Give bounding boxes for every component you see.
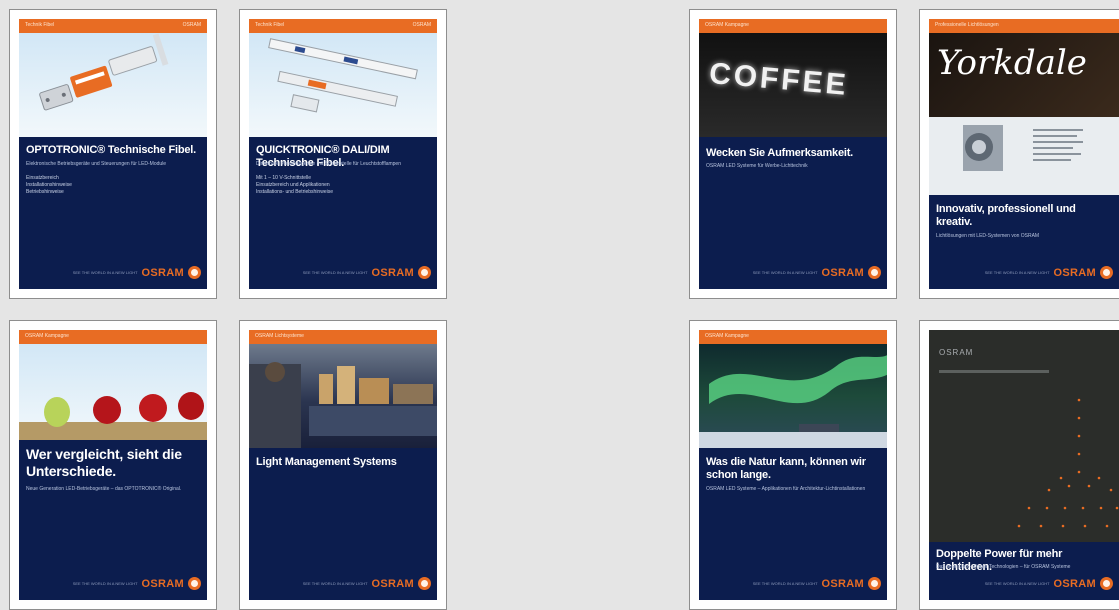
brochure-subtitle: Das neue Duo – Power Technologien – für …: [936, 564, 1071, 570]
osram-bulb-icon: [868, 266, 881, 279]
brochure-title: Wer vergleicht, sieht die Unterschiede.: [26, 446, 182, 479]
brochure-cover: OSRAM Kampagne COFFEE Wecken Sie Aufmerk…: [699, 19, 887, 289]
orange-header-bar: OSRAM Kampagne: [699, 19, 887, 33]
yorkdale-sign-image: Yorkdale: [929, 33, 1119, 117]
brand-tagline: SEE THE WORLD IN A NEW LIGHT: [752, 581, 818, 586]
osram-bulb-icon: [418, 577, 431, 590]
brochure-cover: Technik Fibel OSRAM OPTOTRONIC® Technisc…: [19, 19, 207, 289]
brochure-cover: OSRAM Kampagne Wer vergleicht, sieht die…: [19, 330, 207, 600]
brochure-bullets: Einsatzbereich Installationshinweise Bet…: [26, 175, 72, 196]
osram-logo: SEE THE WORLD IN A NEW LIGHT OSRAM: [753, 577, 881, 590]
coffee-sign-image: COFFEE: [699, 33, 887, 137]
brand-tagline: SEE THE WORLD IN A NEW LIGHT: [984, 581, 1050, 586]
brochure-card-optotronic[interactable]: Technik Fibel OSRAM OPTOTRONIC® Technisc…: [9, 9, 217, 299]
osram-logo: SEE THE WORLD IN A NEW LIGHT OSRAM: [73, 266, 201, 279]
header-label: OSRAM Lichtsysteme: [255, 333, 304, 339]
brand-tagline: SEE THE WORLD IN A NEW LIGHT: [72, 270, 138, 275]
brochure-title: OPTOTRONIC® Technische Fibel.: [26, 144, 196, 156]
hero-sign-text: Yorkdale: [937, 43, 1087, 83]
brochure-cover: OSRAM Lichtsysteme Light Management Syst…: [249, 330, 437, 600]
brand-tagline: SEE THE WORLD IN A NEW LIGHT: [752, 270, 818, 275]
orange-header-bar: OSRAM Kampagne: [19, 330, 207, 344]
bullet-item: Einsatzbereich und Applikationen: [256, 182, 330, 188]
brochure-card-doppelte-power[interactable]: OSRAM Doppelte Power für mehr Lichtideen…: [919, 320, 1119, 610]
header-label: Technik Fibel: [255, 22, 285, 28]
product-image: [19, 33, 207, 137]
brand-name: OSRAM: [1053, 266, 1096, 279]
header-label: OSRAM Kampagne: [25, 333, 69, 339]
brochure-card-yorkdale[interactable]: Professionelle Lichtlösungen Yorkdale In…: [919, 9, 1119, 299]
header-label: OSRAM Kampagne: [705, 333, 749, 339]
osram-bulb-icon: [188, 577, 201, 590]
header-brand: OSRAM: [412, 22, 431, 28]
osram-logo: SEE THE WORLD IN A NEW LIGHT OSRAM: [73, 577, 201, 590]
bullet-item: Installationshinweise: [26, 182, 72, 188]
bullet-item: Einsatzbereich: [26, 175, 59, 181]
orange-header-bar: Technik Fibel OSRAM: [19, 19, 207, 33]
brochure-card-coffee[interactable]: OSRAM Kampagne COFFEE Wecken Sie Aufmerk…: [689, 9, 897, 299]
brochure-subtitle: Lichtlösungen mit LED-Systemen von OSRAM: [936, 233, 1040, 239]
bullet-item: Installations- und Betriebshinweise: [256, 189, 333, 195]
product-image: [249, 33, 437, 137]
orange-header-bar: Professionelle Lichtlösungen: [929, 19, 1119, 33]
cityscape-image: [249, 344, 437, 448]
brand-name: OSRAM: [1053, 577, 1096, 590]
header-label: Professionelle Lichtlösungen: [935, 22, 999, 28]
brand-name: OSRAM: [141, 266, 184, 279]
cover-rule: [939, 370, 1049, 373]
spotlight-image: [929, 117, 1119, 195]
apples-image: [19, 344, 207, 440]
brand-name: OSRAM: [821, 577, 864, 590]
brand-name: OSRAM: [371, 577, 414, 590]
osram-logo: SEE THE WORLD IN A NEW LIGHT OSRAM: [303, 266, 431, 279]
brand-name: OSRAM: [371, 266, 414, 279]
osram-bulb-icon: [188, 266, 201, 279]
hero-sign-text: COFFEE: [707, 56, 850, 103]
brochure-title: Wecken Sie Aufmerksamkeit.: [706, 147, 854, 159]
osram-bulb-icon: [1100, 577, 1113, 590]
aurora-image: [699, 344, 887, 448]
orange-header-bar: OSRAM Lichtsysteme: [249, 330, 437, 344]
header-brand: OSRAM: [182, 22, 201, 28]
osram-bulb-icon: [1100, 266, 1113, 279]
orange-header-bar: Technik Fibel OSRAM: [249, 19, 437, 33]
brand-name: OSRAM: [141, 577, 184, 590]
brochure-subtitle: Elektronische Betriebsgeräte und Steueru…: [26, 161, 167, 167]
header-label: OSRAM Kampagne: [705, 22, 749, 28]
brand-name: OSRAM: [821, 266, 864, 279]
brand-tagline: SEE THE WORLD IN A NEW LIGHT: [302, 581, 368, 586]
brochure-subtitle: Dimmbare Vorschaltgeräte mit Schnittstel…: [256, 161, 401, 167]
brochure-cover: Professionelle Lichtlösungen Yorkdale In…: [929, 19, 1119, 289]
brochure-cover: OSRAM Kampagne Was die Natur kann, könne…: [699, 330, 887, 600]
brochure-title: Light Management Systems: [256, 456, 397, 468]
brand-tagline: SEE THE WORLD IN A NEW LIGHT: [72, 581, 138, 586]
bullet-item: Betriebshinweise: [26, 189, 64, 195]
brochure-card-quicktronic[interactable]: Technik Fibel OSRAM QUICKTRONIC® DALI/DI…: [239, 9, 447, 299]
light-dots-image: [1017, 398, 1119, 528]
brochure-card-aurora[interactable]: OSRAM Kampagne Was die Natur kann, könne…: [689, 320, 897, 610]
brochure-title: Innovativ, professionell und kreativ.: [936, 203, 1076, 228]
brochure-subtitle: OSRAM LED Systeme – Applikationen für Ar…: [706, 486, 866, 492]
brochure-subtitle: Neue Generation LED-Betriebsgeräte – das…: [26, 486, 182, 492]
osram-bulb-icon: [418, 266, 431, 279]
brochure-title: Was die Natur kann, können wir schon lan…: [706, 456, 866, 481]
osram-logo: SEE THE WORLD IN A NEW LIGHT OSRAM: [985, 577, 1113, 590]
brochure-cover: Technik Fibel OSRAM QUICKTRONIC® DALI/DI…: [249, 19, 437, 289]
brand-tagline: SEE THE WORLD IN A NEW LIGHT: [984, 270, 1050, 275]
orange-header-bar: OSRAM Kampagne: [699, 330, 887, 344]
brochure-card-light-management[interactable]: OSRAM Lichtsysteme Light Management Syst…: [239, 320, 447, 610]
brochure-bullets: Mit 1 – 10 V-Schnittstelle Einsatzbereic…: [256, 175, 333, 196]
osram-logo: SEE THE WORLD IN A NEW LIGHT OSRAM: [303, 577, 431, 590]
brand-tagline: SEE THE WORLD IN A NEW LIGHT: [302, 270, 368, 275]
brochure-card-apples[interactable]: OSRAM Kampagne Wer vergleicht, sieht die…: [9, 320, 217, 610]
osram-logo: SEE THE WORLD IN A NEW LIGHT OSRAM: [753, 266, 881, 279]
cover-brand-text: OSRAM: [939, 348, 974, 357]
osram-bulb-icon: [868, 577, 881, 590]
brochure-subtitle: OSRAM LED Systeme für Werbe-Lichttechnik: [706, 163, 808, 169]
brochure-cover: OSRAM Doppelte Power für mehr Lichtideen…: [929, 330, 1119, 600]
bullet-item: Mit 1 – 10 V-Schnittstelle: [256, 175, 312, 181]
osram-logo: SEE THE WORLD IN A NEW LIGHT OSRAM: [985, 266, 1113, 279]
header-label: Technik Fibel: [25, 22, 55, 28]
